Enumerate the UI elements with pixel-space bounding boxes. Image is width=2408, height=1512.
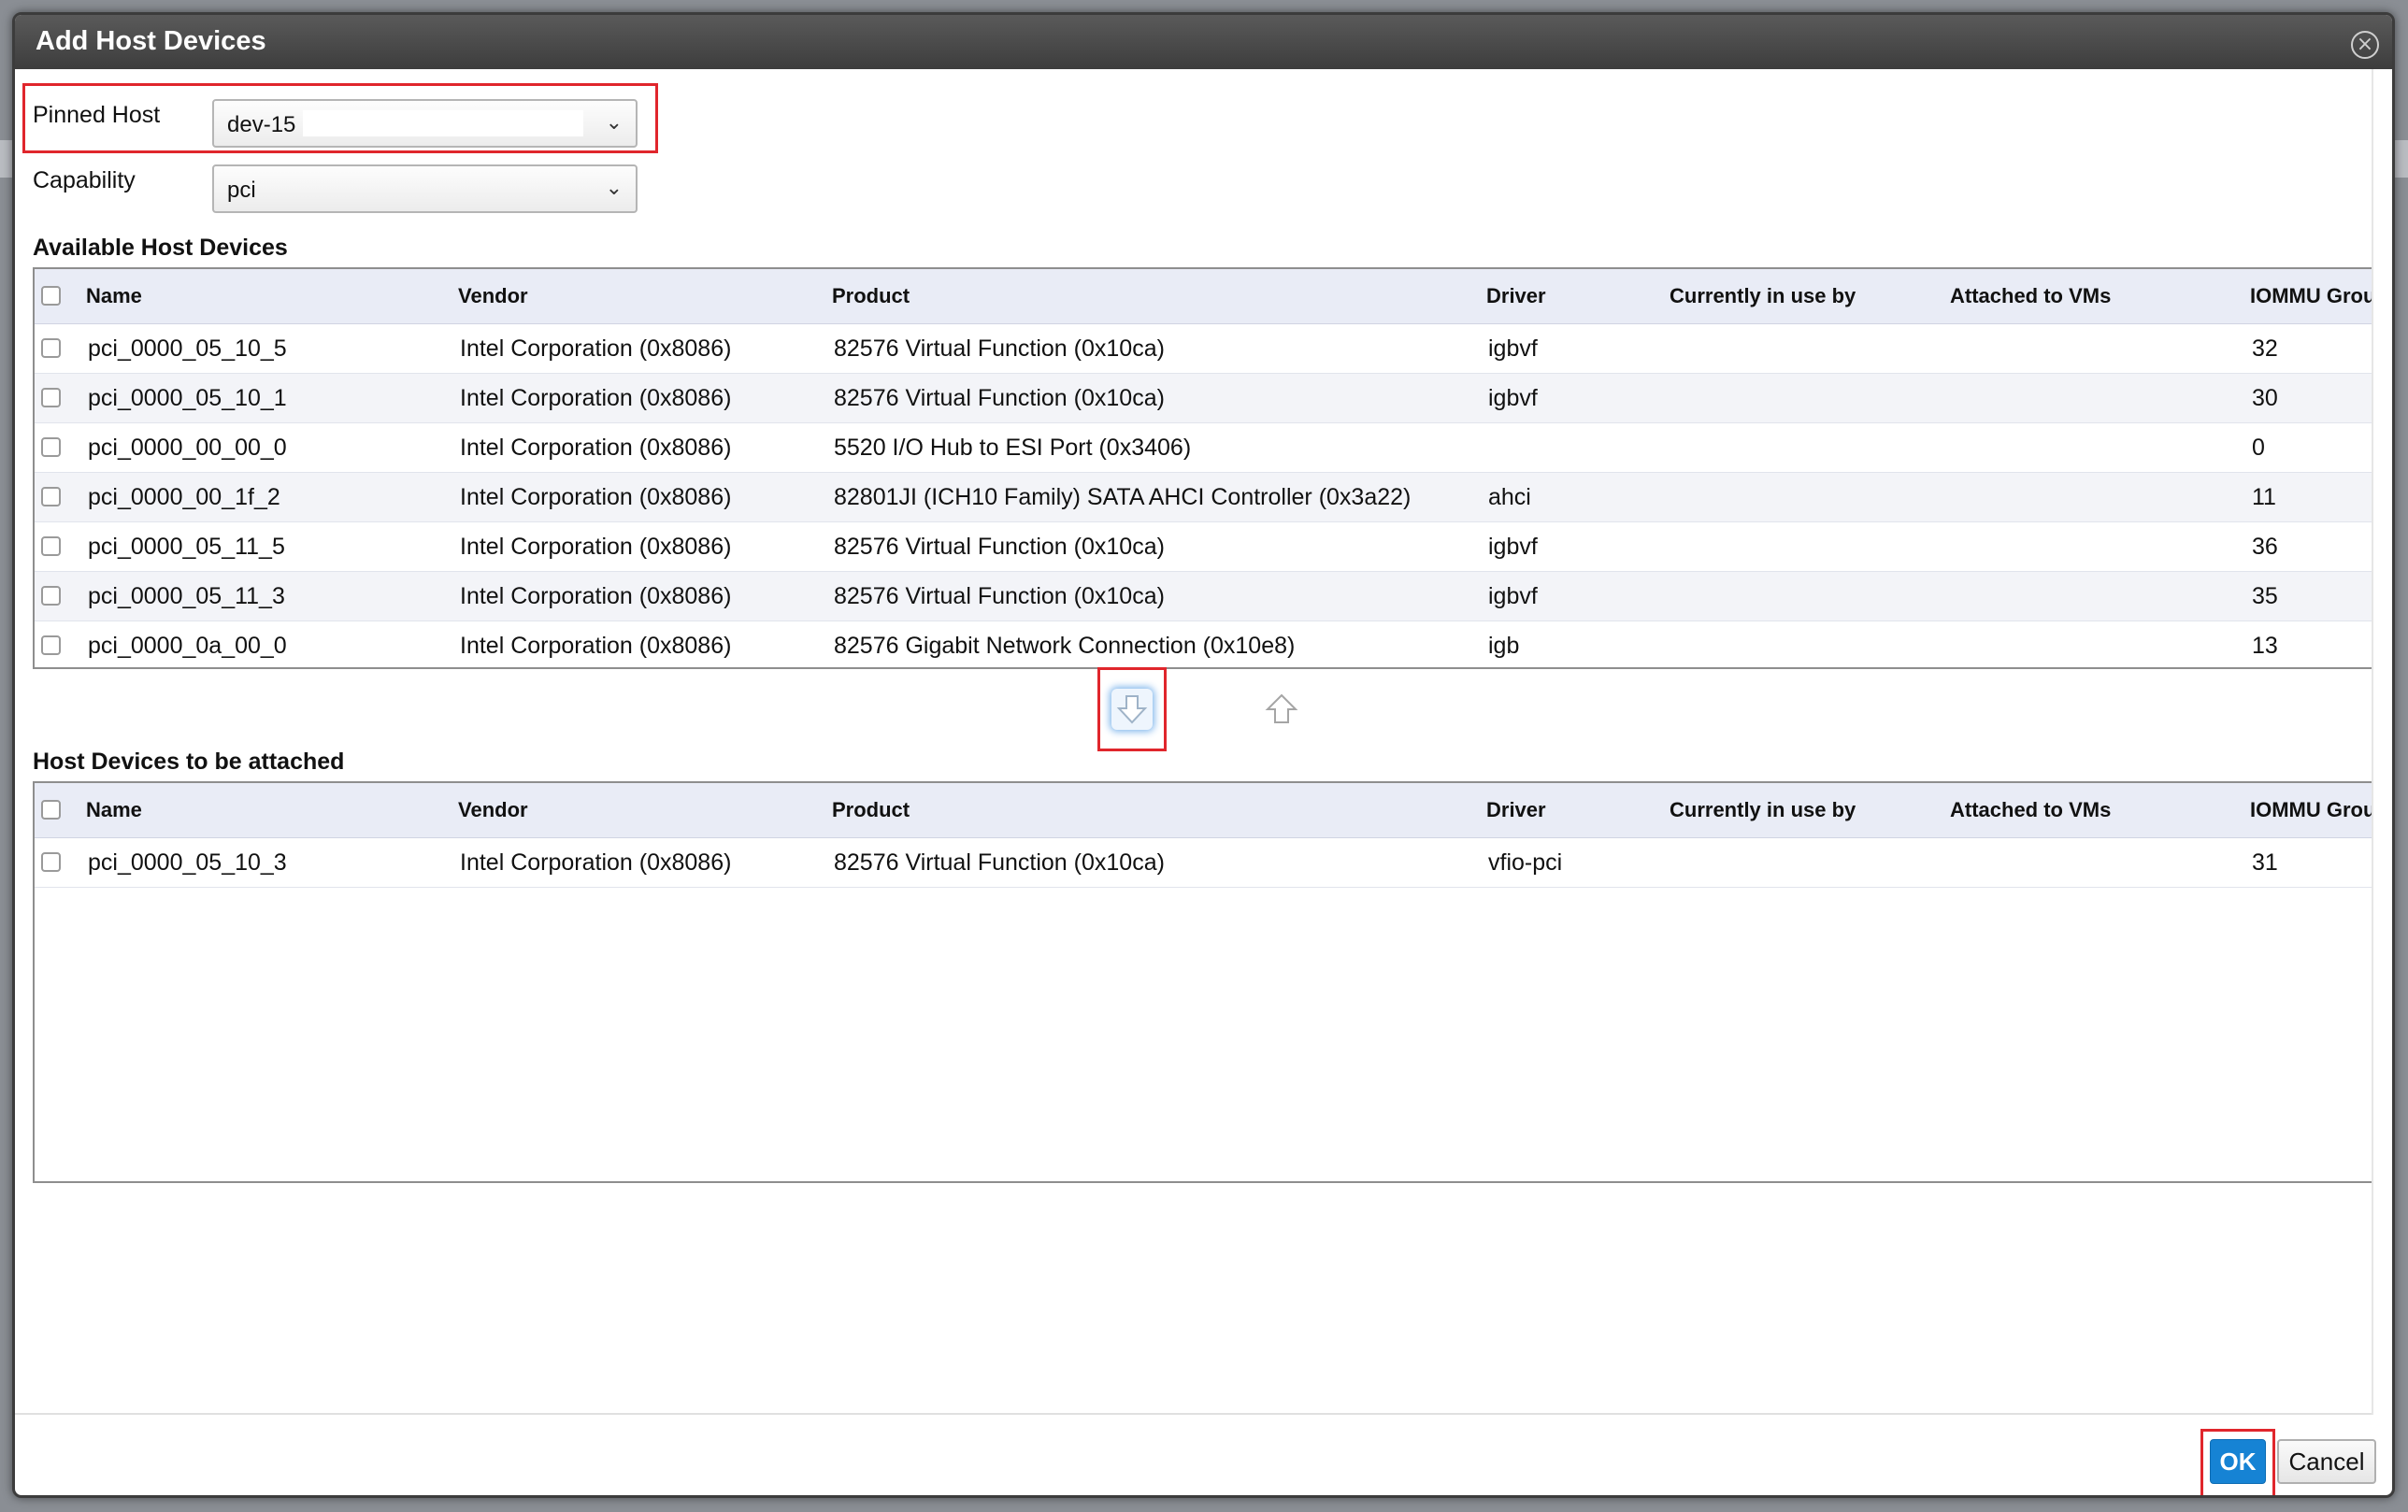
header-col-driver[interactable]: Driver	[1486, 783, 1546, 837]
dialog-title: Add Host Devices	[36, 26, 266, 56]
cancel-button[interactable]: Cancel	[2277, 1439, 2376, 1484]
attached-devices-title: Host Devices to be attached	[33, 749, 345, 775]
cell-product: 82801JI (ICH10 Family) SATA AHCI Control…	[834, 483, 1412, 510]
header-col-attached-vms[interactable]: Attached to VMs	[1950, 783, 2111, 837]
row-checkbox[interactable]	[41, 586, 61, 606]
cell-vendor: Intel Corporation (0x8086)	[460, 335, 732, 362]
row-checkbox[interactable]	[41, 338, 61, 358]
cell-iommu-group: 11	[2252, 483, 2276, 510]
cell-product: 82576 Virtual Function (0x10ca)	[834, 582, 1165, 609]
header-col-in-use-by[interactable]: Currently in use by	[1670, 783, 1856, 837]
close-icon[interactable]: ×	[2351, 31, 2379, 59]
grid-header: Name Vendor Product Driver Currently in use …	[35, 269, 2380, 324]
cell-name: pci_0000_05_11_3	[88, 582, 285, 609]
header-col-iommu-group[interactable]: IOMMU Group	[2250, 783, 2380, 837]
move-down-button[interactable]	[1111, 689, 1153, 730]
attached-devices-grid: Name Vendor Product Driver Currently in use …	[33, 781, 2382, 1183]
cell-vendor: Intel Corporation (0x8086)	[460, 483, 732, 510]
header-col-vendor[interactable]: Vendor	[458, 269, 528, 323]
cell-driver: ahci	[1488, 483, 1531, 510]
cell-driver: igb	[1488, 632, 1520, 659]
table-row[interactable]: pci_0000_05_11_3 Intel Corporation (0x808…	[35, 572, 2380, 621]
background-app-strip	[2395, 140, 2408, 178]
table-row[interactable]: pci_0000_00_00_0 Intel Corporation (0x808…	[35, 423, 2380, 473]
cell-iommu-group: 0	[2252, 434, 2265, 461]
arrow-down-icon	[1116, 695, 1148, 724]
available-devices-title: Available Host Devices	[33, 235, 288, 261]
cell-iommu-group: 36	[2252, 533, 2278, 560]
ok-button[interactable]: OK	[2210, 1439, 2266, 1484]
table-row[interactable]: pci_0000_05_10_1 Intel Corporation (0x808…	[35, 374, 2380, 423]
table-row[interactable]: pci_0000_00_1f_2 Intel Corporation (0x808…	[35, 473, 2380, 522]
select-all-checkbox[interactable]	[41, 800, 61, 820]
header-col-name[interactable]: Name	[86, 783, 142, 837]
cell-name: pci_0000_00_1f_2	[88, 483, 280, 510]
cell-driver: igbvf	[1488, 384, 1538, 411]
cell-iommu-group: 13	[2252, 632, 2278, 659]
pinned-host-highlight	[22, 83, 658, 153]
header-col-product[interactable]: Product	[832, 269, 910, 323]
row-checkbox[interactable]	[41, 536, 61, 556]
arrow-up-icon	[1265, 693, 1298, 723]
cell-name: pci_0000_05_10_1	[88, 384, 287, 411]
header-col-in-use-by[interactable]: Currently in use by	[1670, 269, 1856, 323]
cell-product: 5520 I/O Hub to ESI Port (0x3406)	[834, 434, 1192, 461]
chevron-down-icon: ⌄	[605, 177, 623, 200]
header-col-driver[interactable]: Driver	[1486, 269, 1546, 323]
cell-vendor: Intel Corporation (0x8086)	[460, 434, 732, 461]
cell-name: pci_0000_05_10_3	[88, 849, 287, 876]
dialog-titlebar: Add Host Devices ×	[15, 15, 2392, 69]
cell-product: 82576 Virtual Function (0x10ca)	[834, 533, 1165, 560]
header-col-iommu-group[interactable]: IOMMU Group	[2250, 269, 2380, 323]
cell-iommu-group: 31	[2252, 849, 2278, 876]
cell-iommu-group: 35	[2252, 582, 2278, 609]
content-scrollbar[interactable]	[2372, 69, 2392, 1415]
cell-iommu-group: 30	[2252, 384, 2278, 411]
cell-driver: igbvf	[1488, 335, 1538, 362]
cell-product: 82576 Virtual Function (0x10ca)	[834, 849, 1165, 876]
capability-value: pci	[227, 178, 256, 203]
grid-header: Name Vendor Product Driver Currently in use …	[35, 783, 2380, 838]
cell-name: pci_0000_05_10_5	[88, 335, 287, 362]
table-row[interactable]: pci_0000_05_10_5 Intel Corporation (0x808…	[35, 324, 2380, 374]
cell-product: 82576 Virtual Function (0x10ca)	[834, 384, 1165, 411]
row-checkbox[interactable]	[41, 635, 61, 655]
cell-name: pci_0000_0a_00_0	[88, 632, 287, 659]
dialog-content: Pinned Host dev-15 ⌄ Capability pci ⌄ Av…	[15, 69, 2392, 1415]
cell-iommu-group: 32	[2252, 335, 2278, 362]
table-row[interactable]: pci_0000_05_11_5 Intel Corporation (0x808…	[35, 522, 2380, 572]
cell-name: pci_0000_05_11_5	[88, 533, 285, 560]
header-col-vendor[interactable]: Vendor	[458, 783, 528, 837]
cell-vendor: Intel Corporation (0x8086)	[460, 849, 732, 876]
cell-vendor: Intel Corporation (0x8086)	[460, 582, 732, 609]
select-all-checkbox[interactable]	[41, 286, 61, 306]
header-col-attached-vms[interactable]: Attached to VMs	[1950, 269, 2111, 323]
row-checkbox[interactable]	[41, 487, 61, 506]
capability-label: Capability	[33, 167, 136, 193]
cell-driver: igbvf	[1488, 533, 1538, 560]
header-col-name[interactable]: Name	[86, 269, 142, 323]
move-up-button[interactable]	[1261, 689, 1302, 730]
table-row[interactable]: pci_0000_05_10_3 Intel Corporation (0x808…	[35, 838, 2380, 888]
row-checkbox[interactable]	[41, 437, 61, 457]
table-row[interactable]: pci_0000_0a_00_0 Intel Corporation (0x808…	[35, 621, 2380, 667]
header-col-product[interactable]: Product	[832, 783, 910, 837]
available-devices-grid: Name Vendor Product Driver Currently in use …	[33, 267, 2382, 669]
background-app-strip	[0, 140, 12, 178]
cell-product: 82576 Gigabit Network Connection (0x10e8…	[834, 632, 1296, 659]
cell-product: 82576 Virtual Function (0x10ca)	[834, 335, 1165, 362]
row-checkbox[interactable]	[41, 388, 61, 407]
cell-vendor: Intel Corporation (0x8086)	[460, 533, 732, 560]
add-host-devices-dialog: Add Host Devices × Pinned Host dev-15 ⌄ …	[12, 12, 2395, 1498]
cell-vendor: Intel Corporation (0x8086)	[460, 384, 732, 411]
cell-driver: vfio-pci	[1488, 849, 1563, 876]
cell-name: pci_0000_00_00_0	[88, 434, 287, 461]
capability-select[interactable]: pci ⌄	[212, 164, 638, 213]
cell-driver: igbvf	[1488, 582, 1538, 609]
cell-vendor: Intel Corporation (0x8086)	[460, 632, 732, 659]
row-checkbox[interactable]	[41, 852, 61, 872]
